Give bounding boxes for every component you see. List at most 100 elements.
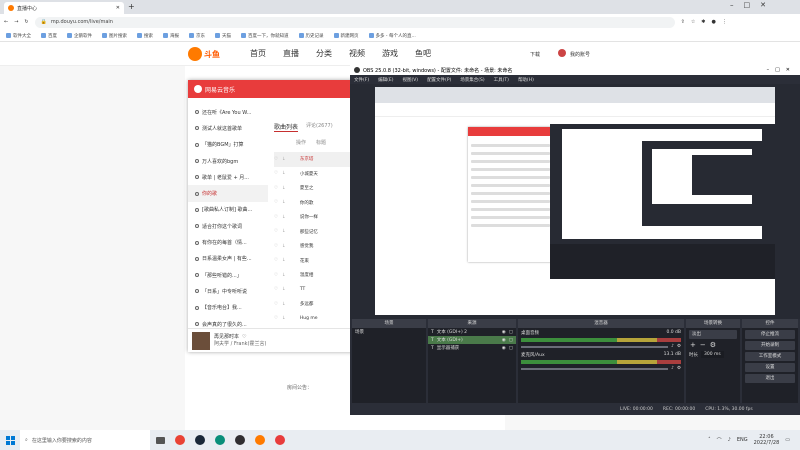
- transition-select[interactable]: 淡出: [689, 330, 737, 339]
- song-like-icon[interactable]: ♡: [274, 316, 278, 321]
- star-icon[interactable]: ☆: [691, 19, 695, 25]
- obs-menu-item[interactable]: 文件(F): [354, 77, 369, 83]
- menu-icon[interactable]: ⋮: [722, 19, 727, 25]
- new-tab-icon[interactable]: +: [128, 2, 135, 11]
- source-item[interactable]: T 文本 (GDI+) 2 ◉ ▢: [428, 328, 516, 336]
- bookmark-item[interactable]: 企鹅软件: [67, 33, 92, 39]
- window-controls-icon[interactable]: –□✕: [730, 1, 776, 9]
- bookmark-item[interactable]: 京东: [189, 33, 205, 39]
- obs-menu-item[interactable]: 场景集合(S): [460, 77, 484, 83]
- nav-video[interactable]: 视频: [349, 48, 365, 59]
- forward-icon[interactable]: →: [14, 19, 18, 25]
- playlist-item[interactable]: 「猫的BGM」打算: [188, 137, 268, 153]
- transition-settings-icon[interactable]: ⚙: [710, 341, 716, 349]
- song-download-icon[interactable]: ↓: [282, 316, 286, 321]
- playlist-item[interactable]: 歌单 | 老鼠爱 + 月...: [188, 169, 268, 185]
- clock[interactable]: 22:06 2022/7/28: [754, 434, 780, 446]
- obs-menu-item[interactable]: 视图(V): [402, 77, 418, 83]
- volume-slider[interactable]: [521, 345, 669, 348]
- song-download-icon[interactable]: ↓: [282, 200, 286, 205]
- language-indicator[interactable]: ENG: [737, 437, 748, 443]
- playlist-item[interactable]: 万人喜欢的bgm: [188, 153, 268, 169]
- close-tab-icon[interactable]: ✕: [116, 5, 120, 11]
- visibility-eye-icon[interactable]: ◉: [502, 330, 506, 335]
- speaker-icon[interactable]: ♪: [671, 366, 674, 371]
- notification-icon[interactable]: ▭: [785, 437, 790, 443]
- song-download-icon[interactable]: ↓: [282, 244, 286, 249]
- user-menu[interactable]: 我的账号: [570, 51, 590, 58]
- reload-icon[interactable]: ↻: [24, 19, 28, 25]
- lock-icon[interactable]: ▢: [509, 330, 513, 335]
- source-item[interactable]: T 文本 (GDI+) ◉ ▢: [428, 336, 516, 344]
- song-like-icon[interactable]: ♡: [274, 287, 278, 292]
- song-like-icon[interactable]: ♡: [274, 186, 278, 191]
- bookmark-item[interactable]: 多多 - 每个人的直...: [368, 33, 416, 39]
- song-download-icon[interactable]: ↓: [282, 157, 286, 162]
- back-icon[interactable]: ←: [4, 19, 8, 25]
- douyu-taskbar-icon[interactable]: [250, 430, 270, 450]
- nav-category[interactable]: 分类: [316, 48, 332, 59]
- bookmark-item[interactable]: 图片搜索: [102, 33, 127, 39]
- nav-fishbar[interactable]: 鱼吧: [415, 48, 431, 59]
- nav-live[interactable]: 直播: [283, 48, 299, 59]
- song-download-icon[interactable]: ↓: [282, 229, 286, 234]
- song-like-icon[interactable]: ♡: [274, 273, 278, 278]
- song-download-icon[interactable]: ↓: [282, 302, 286, 307]
- song-like-icon[interactable]: ♡: [274, 244, 278, 249]
- extensions-icon[interactable]: ✱: [701, 19, 705, 25]
- playlist-item[interactable]: 测试人就这首歌单: [188, 120, 268, 136]
- browser-tab[interactable]: 直播中心 ✕: [4, 2, 124, 14]
- like-heart-icon[interactable]: ♡: [242, 334, 246, 341]
- song-like-icon[interactable]: ♡: [274, 215, 278, 220]
- song-download-icon[interactable]: ↓: [282, 171, 286, 176]
- control-button[interactable]: 退出: [745, 374, 795, 383]
- song-like-icon[interactable]: ♡: [274, 302, 278, 307]
- song-like-icon[interactable]: ♡: [274, 171, 278, 176]
- song-list-tab[interactable]: 歌曲列表: [274, 122, 299, 132]
- nav-home[interactable]: 首页: [250, 48, 266, 59]
- netease-taskbar-icon[interactable]: [270, 430, 290, 450]
- add-transition-icon[interactable]: +: [690, 341, 696, 349]
- visibility-eye-icon[interactable]: ◉: [502, 338, 506, 343]
- duration-field[interactable]: 300 ms: [701, 351, 724, 358]
- song-like-icon[interactable]: ♡: [274, 200, 278, 205]
- tray-chevron-icon[interactable]: ˄: [708, 437, 711, 443]
- bookmark-item[interactable]: 百度一下，你就知道: [241, 33, 289, 39]
- obs-taskbar-icon[interactable]: [230, 430, 250, 450]
- visibility-eye-icon[interactable]: ◉: [502, 346, 506, 351]
- song-download-icon[interactable]: ↓: [282, 186, 286, 191]
- obs-menu-item[interactable]: 帮助(H): [518, 77, 534, 83]
- playlist-item[interactable]: 还在听《Are You W...: [188, 104, 268, 120]
- scene-item[interactable]: 场景: [352, 328, 426, 336]
- profile-icon[interactable]: ●: [712, 19, 716, 25]
- chrome-icon[interactable]: [170, 430, 190, 450]
- control-button[interactable]: 工作室模式: [745, 352, 795, 361]
- obs-menu-item[interactable]: 配置文件(P): [427, 77, 451, 83]
- song-download-icon[interactable]: ↓: [282, 215, 286, 220]
- volume-slider[interactable]: [521, 367, 669, 370]
- control-button[interactable]: 设置: [745, 363, 795, 372]
- lock-icon[interactable]: ▢: [509, 346, 513, 351]
- obs-window-controls-icon[interactable]: –□✕: [767, 67, 796, 73]
- lock-icon[interactable]: ▢: [509, 338, 513, 343]
- album-cover[interactable]: [192, 331, 210, 350]
- obs-menu-item[interactable]: 工具(T): [494, 77, 509, 83]
- start-button[interactable]: [0, 435, 20, 445]
- edge-icon[interactable]: [210, 430, 230, 450]
- playlist-item[interactable]: 「那些听错的...」: [188, 267, 268, 283]
- mixer-settings-icon[interactable]: ⚙: [677, 344, 681, 349]
- nav-game[interactable]: 游戏: [382, 48, 398, 59]
- obs-preview[interactable]: [375, 87, 775, 315]
- song-like-icon[interactable]: ♡: [274, 157, 278, 162]
- control-button[interactable]: 停止推流: [745, 330, 795, 339]
- bookmark-item[interactable]: 软件大全: [6, 33, 31, 39]
- bookmark-item[interactable]: 海报: [163, 33, 179, 39]
- song-like-icon[interactable]: ♡: [274, 258, 278, 263]
- share-icon[interactable]: ⇪: [681, 19, 685, 25]
- bookmark-item[interactable]: 搜索: [137, 33, 153, 39]
- mixer-settings-icon[interactable]: ⚙: [677, 366, 681, 371]
- bookmark-item[interactable]: 新建网页: [333, 33, 359, 39]
- playlist-item[interactable]: 「日系」中专听听说: [188, 283, 268, 299]
- task-view-icon[interactable]: [150, 430, 170, 450]
- playlist-item[interactable]: [歌曲私人订制] 歌曲...: [188, 202, 268, 218]
